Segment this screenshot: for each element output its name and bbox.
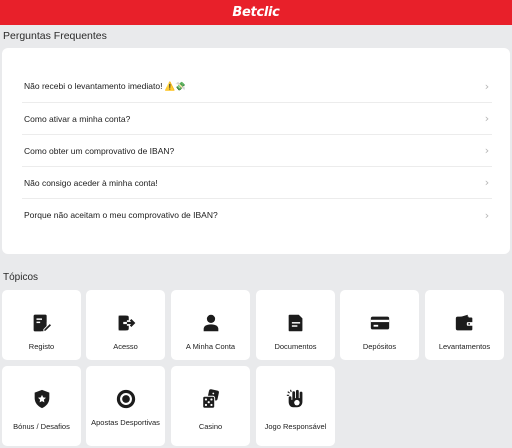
- card-icon: [370, 316, 389, 330]
- chevron-right-icon: ›: [484, 208, 490, 222]
- topic-tile-documentos[interactable]: Documentos: [256, 290, 335, 360]
- tile-label: A Minha Conta: [185, 342, 236, 351]
- tile-label: Acesso: [113, 342, 138, 351]
- faq-item[interactable]: Como obter um comprovativo de IBAN? ›: [22, 135, 492, 167]
- faq-question: Porque não aceitam o meu comprovativo de…: [24, 210, 218, 220]
- faq-question: Como obter um comprovativo de IBAN?: [24, 145, 175, 156]
- faq-heading: Perguntas Frequentes: [3, 30, 107, 42]
- chevron-right-icon: ›: [484, 176, 490, 189]
- faq-card: Não recebi o levantamento imediato! ⚠️💸 …: [2, 48, 510, 254]
- dice-icon: [201, 389, 219, 409]
- shield-star-icon: [34, 389, 49, 409]
- topic-tile-bonus-desafios[interactable]: Bónus / Desafios: [2, 366, 81, 446]
- tile-label: Bónus / Desafios: [13, 422, 70, 431]
- tile-label: Registo: [28, 342, 55, 351]
- faq-question: Não consigo aceder à minha conta!: [24, 177, 158, 188]
- chevron-right-icon: ›: [484, 144, 490, 157]
- topic-tile-levantamentos[interactable]: Levantamentos: [425, 290, 504, 360]
- topic-tile-acesso[interactable]: Acesso: [86, 290, 165, 360]
- wallet-icon: [455, 314, 473, 331]
- tile-label: Documentos: [274, 342, 317, 351]
- chevron-right-icon: ›: [484, 112, 490, 125]
- faq-item[interactable]: Não consigo aceder à minha conta! ›: [22, 167, 492, 199]
- tile-label: Levantamentos: [438, 342, 491, 351]
- topic-tile-a-minha-conta[interactable]: A Minha Conta: [171, 290, 250, 360]
- tile-label: Jogo Responsável: [264, 422, 327, 431]
- chevron-right-icon: ›: [484, 80, 490, 93]
- faq-item[interactable]: Como ativar a minha conta? ›: [22, 103, 492, 135]
- registration-icon: [33, 314, 52, 332]
- login-icon: [118, 315, 135, 331]
- faq-item[interactable]: Não recebi o levantamento imediato! ⚠️💸 …: [22, 71, 492, 103]
- faq-list: Não recebi o levantamento imediato! ⚠️💸 …: [22, 71, 492, 231]
- topic-tile-depositos[interactable]: Depósitos: [340, 290, 419, 360]
- topic-tile-registo[interactable]: Registo: [2, 290, 81, 360]
- top-bar: Betclic: [0, 0, 512, 25]
- faq-question: Como ativar a minha conta?: [24, 113, 131, 124]
- betclic-logo[interactable]: Betclic: [232, 5, 279, 20]
- topic-tile-jogo-responsavel[interactable]: Jogo Responsável: [256, 366, 335, 446]
- tile-label: Casino: [198, 422, 223, 431]
- topics-heading: Tópicos: [3, 272, 39, 283]
- tile-label: Apostas Desportivas: [91, 418, 160, 427]
- tile-label: Depósitos: [362, 342, 397, 351]
- faq-question: Não recebi o levantamento imediato! ⚠️💸: [24, 81, 186, 91]
- document-icon: [288, 314, 302, 332]
- topic-tile-apostas-desportivas[interactable]: Apostas Desportivas: [86, 366, 165, 446]
- user-icon: [203, 314, 218, 332]
- faq-item[interactable]: Porque não aceitam o meu comprovativo de…: [22, 199, 492, 231]
- hand-icon: [286, 389, 302, 408]
- soccer-ball-icon: [116, 389, 135, 409]
- topic-tile-casino[interactable]: Casino: [171, 366, 250, 446]
